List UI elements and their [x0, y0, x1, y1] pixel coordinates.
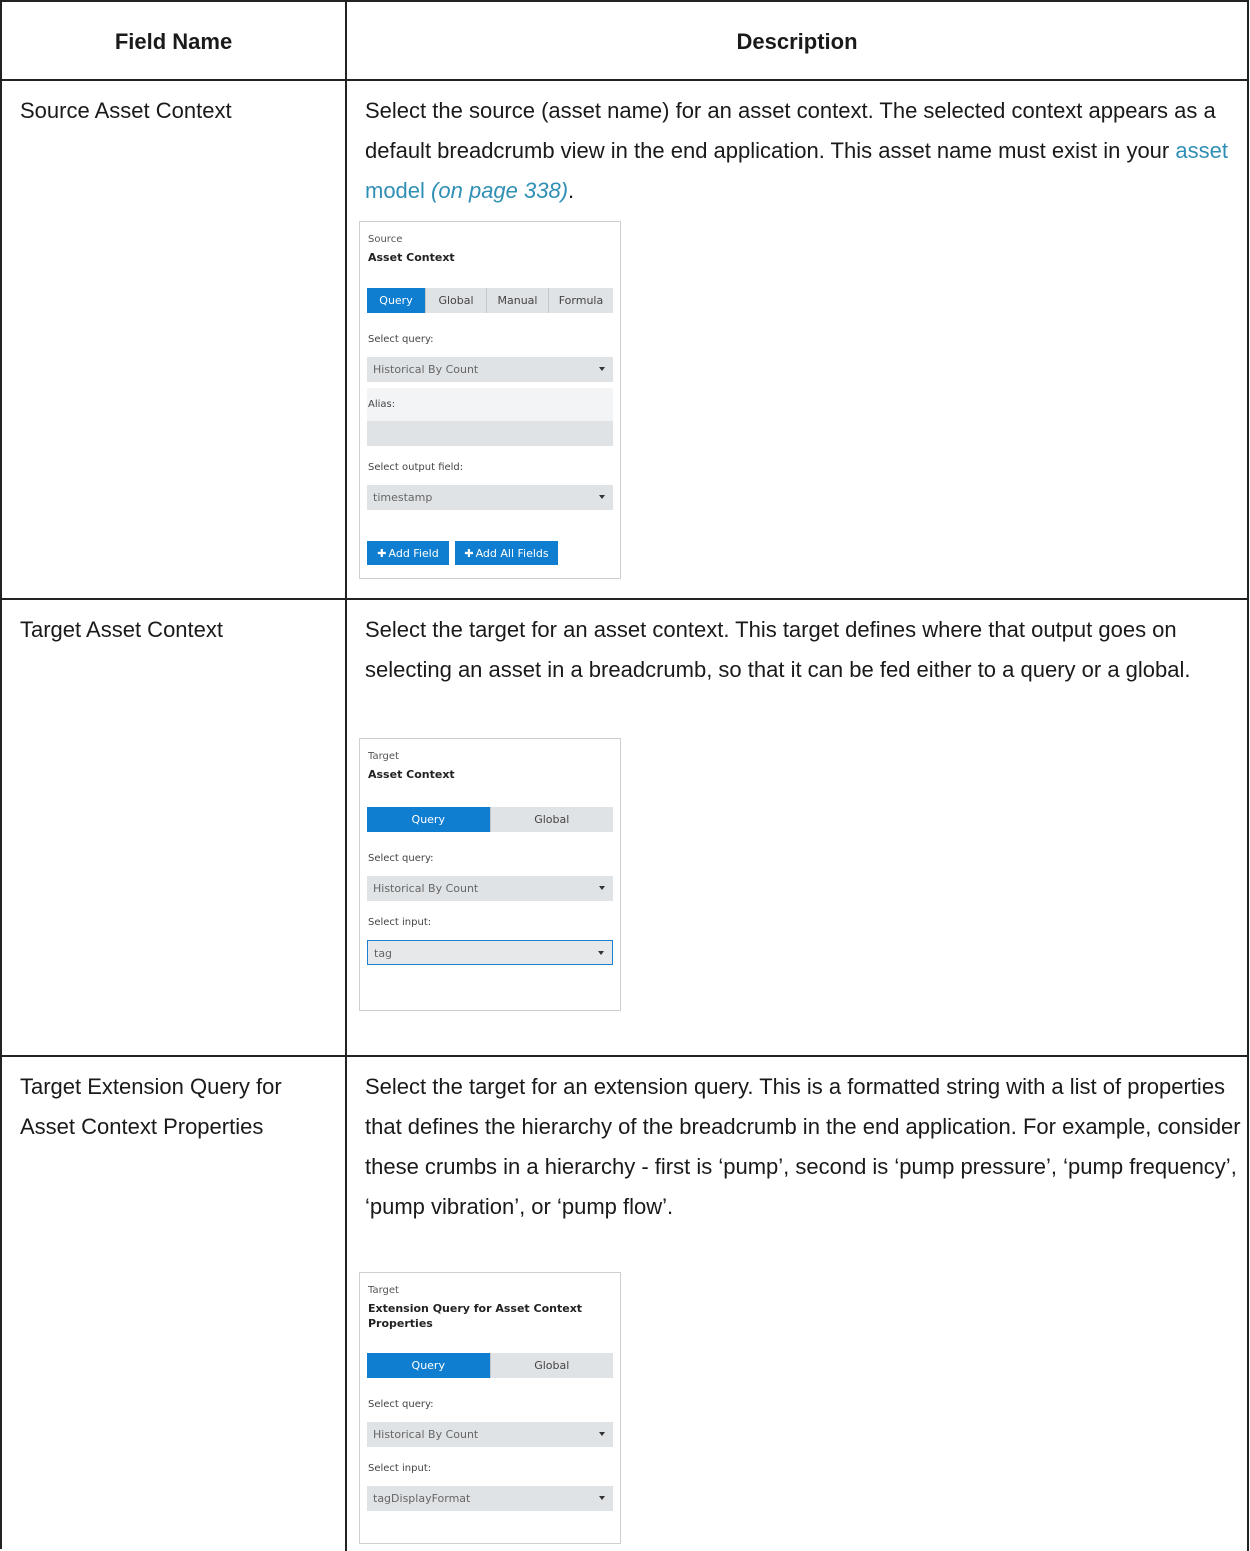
right-border — [1247, 2, 1249, 79]
output-field-dropdown[interactable]: timestamp — [367, 485, 613, 510]
select-input-label: Select input: — [368, 917, 432, 928]
add-all-fields-label: Add All Fields — [475, 546, 549, 560]
select-query-value: Historical By Count — [373, 363, 479, 376]
tab-global[interactable]: Global — [491, 807, 614, 832]
panel-title: Asset Context — [368, 768, 455, 781]
table-row: Source Asset Context Select the source (… — [2, 81, 1249, 600]
output-field-label: Select output field: — [368, 462, 464, 473]
select-query-label: Select query: — [368, 334, 434, 345]
select-query-dropdown[interactable]: Historical By Count — [367, 357, 613, 382]
link-page-ref[interactable]: (on page 338) — [431, 178, 568, 203]
field-description-table: Field Name Description Source Asset Cont… — [0, 0, 1249, 1551]
tab-query[interactable]: Query — [367, 1353, 491, 1378]
chevron-down-icon — [599, 367, 605, 371]
right-border — [1247, 600, 1249, 1055]
plus-icon: ✚ — [464, 546, 474, 560]
field-description: Select the target for an extension query… — [365, 1074, 1241, 1219]
tab-manual[interactable]: Manual — [487, 288, 549, 313]
alias-input[interactable] — [367, 421, 613, 446]
table-row: Target Extension Query for Asset Context… — [2, 1057, 1249, 1551]
select-query-dropdown[interactable]: Historical By Count — [367, 876, 613, 901]
panel-kicker: Source — [368, 234, 403, 245]
add-all-fields-button[interactable]: ✚ Add All Fields — [455, 541, 558, 565]
column-divider — [345, 81, 347, 598]
table-header-row: Field Name Description — [2, 2, 1249, 81]
tab-formula[interactable]: Formula — [549, 288, 613, 313]
context-tabs: Query Global — [367, 1353, 613, 1378]
plus-icon: ✚ — [377, 546, 387, 560]
tab-query[interactable]: Query — [367, 288, 426, 313]
target-extension-query-panel: Target Extension Query for Asset Context… — [359, 1272, 621, 1544]
table-row: Target Asset Context Select the target f… — [2, 600, 1249, 1057]
select-input-dropdown[interactable]: tag — [367, 940, 613, 965]
add-field-label: Add Field — [388, 546, 439, 560]
field-description: Select the target for an asset context. … — [365, 617, 1191, 682]
right-border — [1247, 81, 1249, 598]
description-end: . — [568, 178, 575, 203]
select-query-value: Historical By Count — [373, 1428, 479, 1441]
add-field-button[interactable]: ✚ Add Field — [367, 541, 449, 565]
select-query-label: Select query: — [368, 853, 434, 864]
column-divider — [345, 600, 347, 1055]
tab-global[interactable]: Global — [491, 1353, 614, 1378]
field-name: Target Asset Context — [20, 617, 223, 642]
panel-title: Extension Query for Asset Context Proper… — [368, 1302, 583, 1330]
panel-kicker: Target — [368, 1285, 399, 1296]
context-tabs: Query Global — [367, 807, 613, 832]
panel-title: Asset Context — [368, 251, 455, 264]
select-input-value: tagDisplayFormat — [373, 1492, 471, 1505]
description-text: Select the source (asset name) for an as… — [365, 98, 1216, 163]
chevron-down-icon — [599, 886, 605, 890]
right-border — [1247, 1057, 1249, 1551]
chevron-down-icon — [599, 1432, 605, 1436]
field-description: Select the source (asset name) for an as… — [365, 91, 1245, 211]
output-field-value: timestamp — [373, 491, 433, 504]
select-input-value: tag — [374, 947, 393, 960]
select-query-value: Historical By Count — [373, 882, 479, 895]
chevron-down-icon — [598, 951, 604, 955]
select-query-dropdown[interactable]: Historical By Count — [367, 1422, 613, 1447]
tab-global[interactable]: Global — [426, 288, 487, 313]
tab-query[interactable]: Query — [367, 807, 491, 832]
field-name: Source Asset Context — [20, 98, 232, 123]
chevron-down-icon — [599, 1496, 605, 1500]
target-asset-context-panel: Target Asset Context Query Global Select… — [359, 738, 621, 1011]
header-field-name: Field Name — [114, 28, 233, 54]
context-tabs: Query Global Manual Formula — [367, 288, 613, 313]
panel-kicker: Target — [368, 751, 399, 762]
chevron-down-icon — [599, 495, 605, 499]
alias-label: Alias: — [368, 399, 396, 410]
field-name: Target Extension Query for Asset Context… — [20, 1074, 282, 1139]
header-description: Description — [736, 28, 858, 54]
select-input-dropdown[interactable]: tagDisplayFormat — [367, 1486, 613, 1511]
column-divider — [345, 1057, 347, 1551]
source-asset-context-panel: Source Asset Context Query Global Manual… — [359, 221, 621, 579]
select-input-label: Select input: — [368, 1463, 432, 1474]
select-query-label: Select query: — [368, 1399, 434, 1410]
